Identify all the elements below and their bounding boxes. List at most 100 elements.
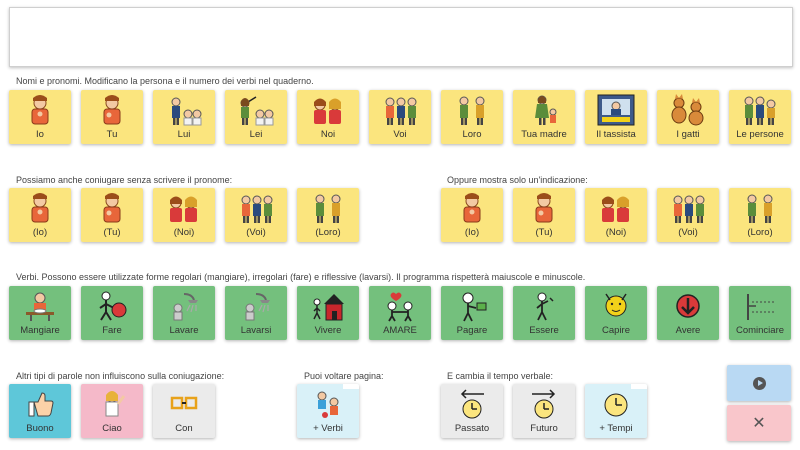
we-icon xyxy=(297,93,359,127)
card-label: Noi xyxy=(320,129,336,140)
card-label: (Tu) xyxy=(103,227,121,238)
card-il-tassista[interactable]: Il tassista xyxy=(585,90,647,144)
card-label: (Noi) xyxy=(173,227,195,238)
card-voi-hint[interactable]: (Voi) xyxy=(657,188,719,242)
we-icon xyxy=(153,191,215,225)
card-tua-madre[interactable]: Tua madre xyxy=(513,90,575,144)
card-passato[interactable]: Passato xyxy=(441,384,503,438)
you-plural-icon xyxy=(369,93,431,127)
card-capire[interactable]: Capire xyxy=(585,286,647,340)
card-buono[interactable]: Buono xyxy=(9,384,71,438)
section-label-altri: Altri tipi di parole non influiscono sul… xyxy=(16,371,225,381)
clock-future-icon xyxy=(513,387,575,421)
card-label: Vivere xyxy=(314,325,342,336)
card-label: Il tassista xyxy=(596,129,636,140)
play-icon xyxy=(752,376,766,390)
card-label: (Tu) xyxy=(535,227,553,238)
card-cominciare[interactable]: Cominciare xyxy=(729,286,791,340)
card-lei[interactable]: Lei xyxy=(225,90,287,144)
card-label: Futuro xyxy=(530,423,558,434)
card-vivere[interactable]: Vivere xyxy=(297,286,359,340)
card-i-gatti[interactable]: I gatti xyxy=(657,90,719,144)
waving-icon xyxy=(81,387,143,421)
person-pointing-icon xyxy=(81,191,143,225)
card-mangiare[interactable]: Mangiare xyxy=(9,286,71,340)
card-con[interactable]: Con xyxy=(153,384,215,438)
folder-verbi[interactable]: + Verbi xyxy=(297,384,359,438)
card-label: (Voi) xyxy=(678,227,698,238)
card-label: Mangiare xyxy=(20,325,60,336)
card-le-persone[interactable]: Le persone xyxy=(729,90,791,144)
card-label: (Io) xyxy=(464,227,480,238)
have-icon xyxy=(657,289,719,323)
you-plural-icon xyxy=(657,191,719,225)
folder-tempi[interactable]: + Tempi xyxy=(585,384,647,438)
card-noi[interactable]: Noi xyxy=(297,90,359,144)
they-icon xyxy=(297,191,359,225)
we-icon xyxy=(585,191,647,225)
thumbs-up-icon xyxy=(9,387,71,421)
play-button[interactable] xyxy=(727,365,791,401)
shower-icon xyxy=(225,289,287,323)
person-icon xyxy=(441,191,503,225)
cats-icon xyxy=(657,93,719,127)
card-voi[interactable]: Voi xyxy=(369,90,431,144)
close-button[interactable]: ✕ xyxy=(727,405,791,441)
card-avere[interactable]: Avere xyxy=(657,286,719,340)
card-voi-implicit[interactable]: (Voi) xyxy=(225,188,287,242)
card-label: (Noi) xyxy=(605,227,627,238)
card-lavarsi[interactable]: Lavarsi xyxy=(225,286,287,340)
card-tu-hint[interactable]: (Tu) xyxy=(513,188,575,242)
house-icon xyxy=(297,289,359,323)
card-label: Passato xyxy=(454,423,490,434)
card-label: Loro xyxy=(462,129,482,140)
card-pagare[interactable]: Pagare xyxy=(441,286,503,340)
section-label-cambia: E cambia il tempo verbale: xyxy=(447,371,554,381)
card-label: (Voi) xyxy=(246,227,266,238)
message-bar[interactable] xyxy=(9,7,793,67)
card-lavare[interactable]: Lavare xyxy=(153,286,215,340)
card-loro[interactable]: Loro xyxy=(441,90,503,144)
card-tu[interactable]: Tu xyxy=(81,90,143,144)
clock-past-icon xyxy=(441,387,503,421)
card-fare[interactable]: Fare xyxy=(81,286,143,340)
card-ciao[interactable]: Ciao xyxy=(81,384,143,438)
close-icon: ✕ xyxy=(752,415,766,432)
doing-icon xyxy=(81,289,143,323)
card-loro-implicit[interactable]: (Loro) xyxy=(297,188,359,242)
card-label: + Tempi xyxy=(599,423,633,434)
card-io-implicit[interactable]: (Io) xyxy=(9,188,71,242)
card-loro-hint[interactable]: (Loro) xyxy=(729,188,791,242)
woman-pointed-icon xyxy=(225,93,287,127)
card-label: Voi xyxy=(393,129,407,140)
card-lui[interactable]: Lui xyxy=(153,90,215,144)
card-label: Capire xyxy=(602,325,630,336)
mother-icon xyxy=(513,93,575,127)
card-essere[interactable]: Essere xyxy=(513,286,575,340)
clock-icon xyxy=(585,387,647,421)
card-label: Lei xyxy=(249,129,263,140)
people-icon xyxy=(729,93,791,127)
card-label: (Io) xyxy=(32,227,48,238)
card-label: Tu xyxy=(106,129,118,140)
card-label: Io xyxy=(36,129,44,140)
card-label: (Loro) xyxy=(315,227,341,238)
card-noi-implicit[interactable]: (Noi) xyxy=(153,188,215,242)
card-futuro[interactable]: Futuro xyxy=(513,384,575,438)
eating-icon xyxy=(9,289,71,323)
section-label-oppure: Oppure mostra solo un'indicazione: xyxy=(447,175,588,185)
card-noi-hint[interactable]: (Noi) xyxy=(585,188,647,242)
card-io[interactable]: Io xyxy=(9,90,71,144)
shower-icon xyxy=(153,289,215,323)
card-io-hint[interactable]: (Io) xyxy=(441,188,503,242)
card-label: Con xyxy=(175,423,193,434)
they-icon xyxy=(729,191,791,225)
card-label: Pagare xyxy=(456,325,488,336)
you-plural-icon xyxy=(225,191,287,225)
card-label: Fare xyxy=(102,325,122,336)
card-label: Avere xyxy=(675,325,701,336)
section-label-possiamo: Possiamo anche coniugare senza scrivere … xyxy=(16,175,233,185)
card-tu-implicit[interactable]: (Tu) xyxy=(81,188,143,242)
section-label-verbi: Verbi. Possono essere utilizzate forme r… xyxy=(16,272,586,282)
card-amare[interactable]: AMARE xyxy=(369,286,431,340)
